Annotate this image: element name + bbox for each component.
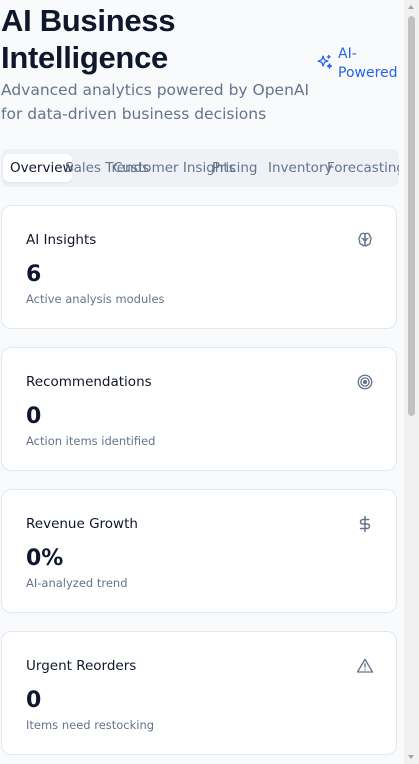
brain-icon bbox=[358, 232, 372, 247]
urgent-reorders-card: Urgent Reorders 0 Items need restocking bbox=[1, 631, 397, 755]
card-title: Urgent Reorders bbox=[26, 658, 137, 674]
revenue-growth-card: Revenue Growth 0% AI-analyzed trend bbox=[1, 489, 397, 613]
recommendations-card: Recommendations 0 Action items identifie… bbox=[1, 347, 397, 471]
vertical-scrollbar[interactable] bbox=[404, 0, 419, 764]
scroll-down-arrow-icon[interactable] bbox=[408, 755, 414, 759]
page-title: AI Business Intelligence bbox=[1, 3, 176, 75]
tab-inventory[interactable]: Inventory bbox=[268, 154, 332, 182]
scroll-up-arrow-icon[interactable] bbox=[408, 5, 414, 9]
page-subtitle: Advanced analytics powered by OpenAI for… bbox=[1, 81, 310, 123]
card-caption: AI-analyzed trend bbox=[26, 576, 128, 590]
tab-list: Overview Sales Trends Customer Insights … bbox=[1, 149, 399, 187]
dollar-sign-icon bbox=[359, 515, 371, 533]
ai-powered-badge: AI-Powered bbox=[316, 45, 398, 83]
alert-triangle-icon bbox=[356, 658, 374, 673]
scrollbar-thumb[interactable] bbox=[408, 16, 415, 416]
card-caption: Items need restocking bbox=[26, 718, 155, 732]
card-value: 0 bbox=[26, 404, 42, 429]
page: AI Business Intelligence Advanced analyt… bbox=[0, 0, 419, 764]
ai-insights-card: AI Insights 6 Active analysis modules bbox=[1, 205, 397, 329]
ai-powered-label: AI-Powered bbox=[338, 46, 398, 81]
target-icon bbox=[357, 374, 373, 390]
sparkles-icon bbox=[317, 54, 333, 69]
tab-pricing[interactable]: Pricing bbox=[212, 154, 258, 182]
card-value: 6 bbox=[26, 262, 42, 287]
card-value: 0 bbox=[26, 688, 42, 713]
card-title: Revenue Growth bbox=[26, 516, 138, 532]
card-caption: Action items identified bbox=[26, 434, 156, 448]
tab-overview[interactable]: Overview bbox=[3, 154, 74, 182]
card-title: AI Insights bbox=[26, 232, 97, 248]
card-title: Recommendations bbox=[26, 374, 152, 390]
card-value: 0% bbox=[26, 546, 64, 571]
tab-forecasting[interactable]: Forecasting bbox=[327, 154, 399, 182]
card-caption: Active analysis modules bbox=[26, 292, 165, 306]
